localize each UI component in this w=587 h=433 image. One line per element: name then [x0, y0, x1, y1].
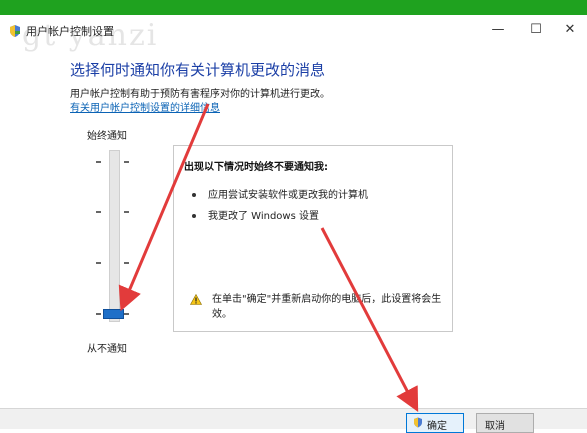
description-text: 用户帐户控制有助于预防有害程序对你的计算机进行更改。	[70, 89, 330, 100]
list-item: 应用尝试安装软件或更改我的计算机	[192, 186, 368, 201]
slider-label-always-notify: 始终通知	[87, 131, 127, 142]
slider-tick	[124, 313, 129, 315]
slider-label-never-notify: 从不通知	[87, 344, 127, 355]
ok-button[interactable]: 确定	[406, 413, 464, 433]
maximize-button[interactable]: ☐	[522, 21, 550, 39]
cancel-button-label: 取消	[485, 421, 505, 432]
uac-details-link[interactable]: 有关用户帐户控制设置的详细信息	[70, 99, 220, 114]
slider-tick	[96, 211, 101, 213]
slider-track[interactable]	[109, 150, 120, 322]
bullet-icon	[192, 214, 196, 218]
slider-tick	[96, 313, 101, 315]
slider-tick	[124, 211, 129, 213]
minimize-button[interactable]: —	[484, 21, 512, 39]
ok-button-label: 确定	[427, 421, 447, 432]
slider-tick	[96, 161, 101, 163]
cancel-button[interactable]: 取消	[476, 413, 534, 433]
slider-tick	[96, 262, 101, 264]
info-panel-title: 出现以下情况时始终不要通知我:	[184, 162, 328, 173]
slider-tick	[124, 161, 129, 163]
page-heading: 选择何时通知你有关计算机更改的消息	[70, 61, 326, 79]
bullet-icon	[192, 193, 196, 197]
close-button[interactable]: ✕	[556, 21, 584, 39]
slider-tick	[124, 262, 129, 264]
warning-text: 在单击"确定"并重新启动你的电脑后，此设置将会生效。	[212, 294, 442, 320]
top-green-strip	[0, 0, 587, 15]
watermark: gt yanzi	[22, 18, 159, 53]
list-item-text: 我更改了 Windows 设置	[208, 211, 319, 222]
info-panel: 出现以下情况时始终不要通知我: 应用尝试安装软件或更改我的计算机 我更改了 Wi…	[173, 145, 453, 332]
warning-icon	[189, 293, 203, 305]
list-item: 我更改了 Windows 设置	[192, 207, 319, 222]
slider-thumb[interactable]	[103, 309, 124, 319]
uac-shield-icon	[8, 23, 22, 37]
list-item-text: 应用尝试安装软件或更改我的计算机	[208, 190, 368, 201]
uac-shield-icon	[413, 417, 423, 428]
